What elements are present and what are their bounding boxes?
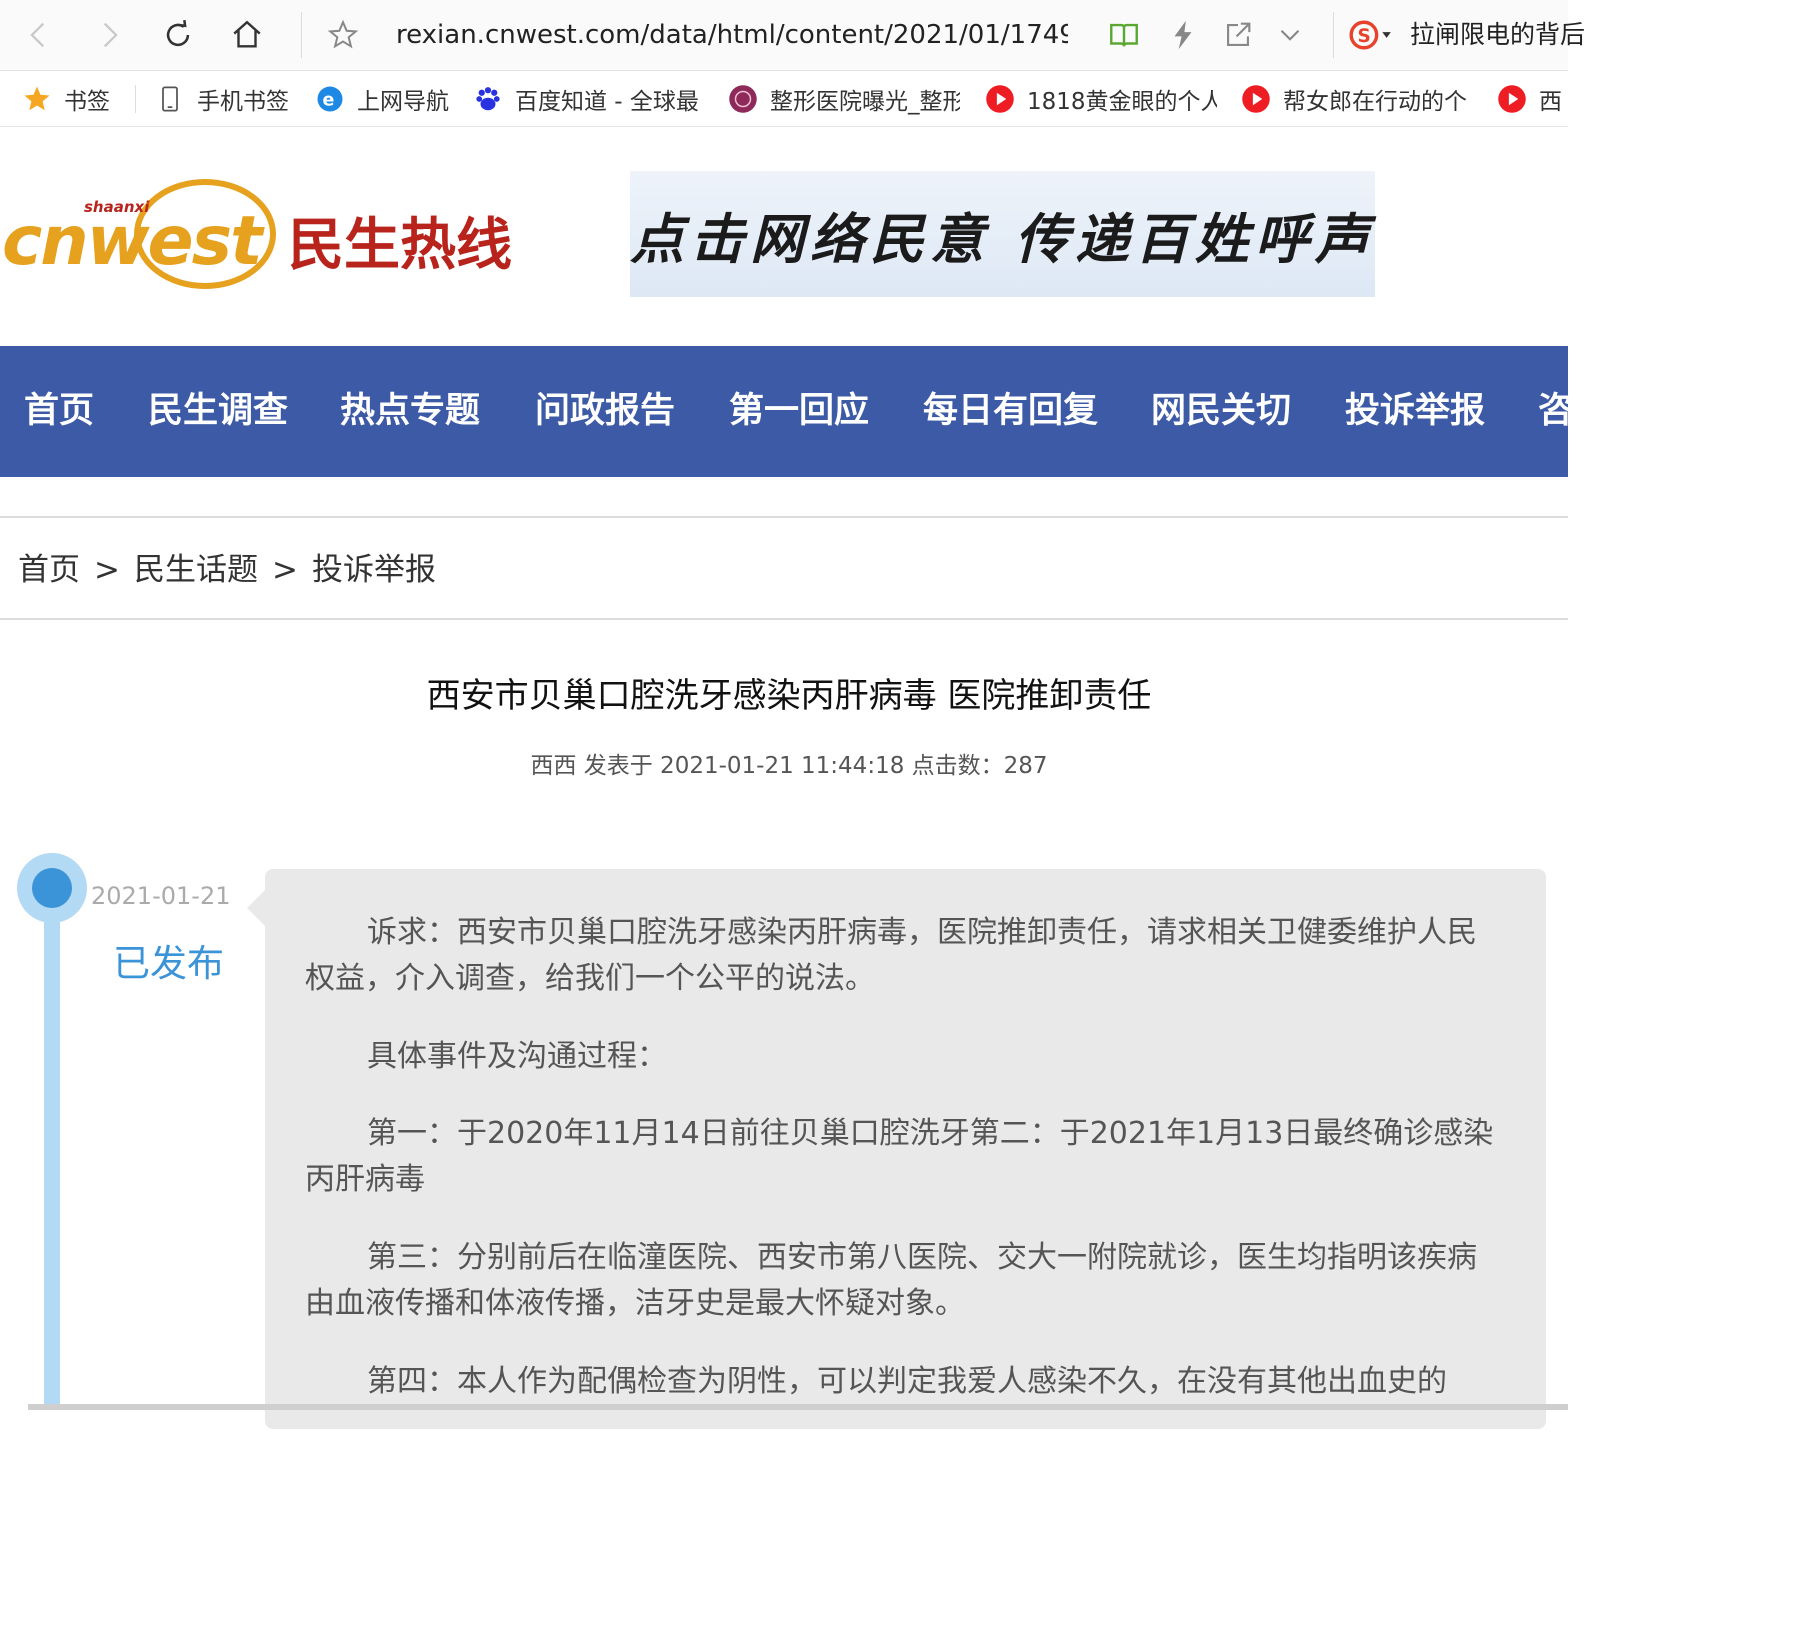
- reload-icon: [166, 19, 190, 47]
- bookmarks-bar: 书签 手机书签 e 上网导航 百度知道 - 全球最 整形医院曝光_整形 1818…: [0, 71, 1568, 127]
- star-outline-icon: [327, 19, 359, 49]
- bookmark-label: 手机书签: [197, 88, 289, 115]
- logo-cn-text: 民生热线: [288, 213, 512, 278]
- breadcrumb-topics[interactable]: 民生话题: [134, 552, 258, 588]
- breadcrumb-home[interactable]: 首页: [18, 552, 80, 588]
- breadcrumb-separator: >: [94, 552, 120, 588]
- nav-item-complaints[interactable]: 投诉举报: [1345, 346, 1485, 477]
- nav-item-first-response[interactable]: 第一回应: [729, 346, 869, 477]
- search-box[interactable]: 拉闸限电的背后: [1410, 14, 1585, 56]
- header-banner: 点击网络民意 传递百姓呼声: [630, 171, 1375, 297]
- timeline-dot-center: [32, 868, 72, 908]
- bookmark-label: 百度知道 - 全球最: [515, 88, 699, 115]
- nav-item-daily-reply[interactable]: 每日有回复: [923, 346, 1098, 477]
- phone-icon: [155, 84, 185, 114]
- card-pointer: [247, 888, 267, 928]
- address-bar[interactable]: rexian.cnwest.com/data/html/content/2021…: [396, 14, 1068, 56]
- chevron-down-icon: [1280, 29, 1300, 41]
- toolbar-divider: [301, 12, 302, 58]
- play-icon: [985, 84, 1015, 114]
- main-nav: 首页 民生调查 热点专题 问政报告 第一回应 每日有回复 网民关切 投诉举报 咨: [0, 346, 1568, 477]
- home-button[interactable]: [224, 12, 270, 58]
- bookmark-item-mobile[interactable]: 手机书签: [155, 71, 305, 126]
- timeline-date: 2021-01-21: [91, 882, 231, 910]
- article-paragraph: 第四：本人作为配偶检查为阴性，可以判定我爱人感染不久，在没有其他出血史的: [367, 1364, 1447, 1399]
- bookmark-item-bangnvlang[interactable]: 帮女郎在行动的个: [1241, 71, 1473, 126]
- bookmark-item-baidu[interactable]: 百度知道 - 全球最: [473, 71, 701, 126]
- nav-item-survey[interactable]: 民生调查: [148, 346, 288, 477]
- forward-button[interactable]: [86, 12, 132, 58]
- svg-text:S: S: [1358, 26, 1371, 47]
- timeline-line: [44, 895, 60, 1410]
- bookmark-item-hospital[interactable]: 整形医院曝光_整形: [728, 71, 960, 126]
- ie-icon: e: [315, 84, 345, 114]
- bookmark-item-bookmarks[interactable]: 书签: [22, 71, 127, 126]
- bookmark-item-nav[interactable]: e 上网导航: [315, 71, 460, 126]
- reload-button[interactable]: [155, 12, 201, 58]
- dropdown-button[interactable]: [1267, 12, 1313, 58]
- baidu-paw-icon: [473, 84, 503, 114]
- toolbar-divider: [1333, 12, 1334, 58]
- hospital-logo-icon: [728, 84, 758, 114]
- bookmark-label: 上网导航: [357, 88, 449, 115]
- speed-mode-button[interactable]: [1160, 12, 1206, 58]
- breadcrumb-separator: >: [271, 552, 298, 588]
- bookmark-item-xi[interactable]: 西: [1497, 71, 1568, 126]
- nav-item-concerns[interactable]: 网民关切: [1151, 346, 1291, 477]
- article-meta: 西西 发表于 2021-01-21 11:44:18 点击数：287: [530, 753, 1048, 779]
- site-logo[interactable]: shaanxi cnwest 民生热线: [0, 168, 520, 298]
- bookmark-label: 1818黄金眼的个人: [1027, 88, 1217, 115]
- horizontal-scrollbar[interactable]: [28, 1404, 1568, 1410]
- breadcrumb-bar: 首页 > 民生话题 > 投诉举报: [0, 516, 1568, 620]
- bookmark-star-button[interactable]: [320, 12, 366, 58]
- article-paragraph: 具体事件及沟通过程：: [367, 1039, 667, 1074]
- logo-text: cnwest: [2, 202, 265, 281]
- nav-item-topics[interactable]: 热点专题: [340, 346, 480, 477]
- share-button[interactable]: [1215, 12, 1261, 58]
- svg-text:e: e: [323, 90, 335, 110]
- article-paragraph: 诉求：西安市贝巢口腔洗牙感染丙肝病毒，医院推卸责任，请求相关卫健委维护人民权益，…: [305, 915, 1477, 996]
- share-icon: [1227, 22, 1251, 46]
- nav-item-home[interactable]: 首页: [24, 346, 94, 477]
- play-icon: [1497, 84, 1527, 114]
- sogou-logo-icon: S: [1349, 20, 1391, 50]
- chevron-right-icon: [103, 22, 118, 48]
- breadcrumb: 首页 > 民生话题 > 投诉举报: [18, 518, 436, 618]
- search-engine-button[interactable]: S: [1343, 12, 1399, 58]
- bookmark-label: 书签: [64, 88, 110, 115]
- breadcrumb-complaints[interactable]: 投诉举报: [312, 552, 436, 588]
- banner-slogan: 点击网络民意 传递百姓呼声: [630, 206, 1375, 271]
- timeline-status: 已发布: [113, 942, 224, 985]
- bookmark-label: 西: [1539, 88, 1562, 115]
- article-paragraph: 第三：分别前后在临潼医院、西安市第八医院、交大一附院就诊，医生均指明该疾病由血液…: [305, 1240, 1477, 1321]
- bookmark-label: 帮女郎在行动的个: [1283, 88, 1467, 115]
- article-title: 西安市贝巢口腔洗牙感染丙肝病毒 医院推卸责任: [426, 676, 1152, 716]
- lightning-icon: [1174, 20, 1192, 50]
- bookmark-divider: [135, 85, 136, 113]
- bookmark-item-1818[interactable]: 1818黄金眼的个人: [985, 71, 1217, 126]
- nav-item-reports[interactable]: 问政报告: [535, 346, 675, 477]
- article-paragraph: 第一：于2020年11月14日前往贝巢口腔洗牙第二：于2021年1月13日最终确…: [305, 1116, 1494, 1197]
- nav-item-consult[interactable]: 咨: [1538, 346, 1568, 477]
- book-icon: [1110, 23, 1138, 47]
- back-button[interactable]: [16, 12, 62, 58]
- home-icon: [233, 20, 261, 48]
- bookmark-label: 整形医院曝光_整形: [770, 88, 960, 115]
- browser-toolbar: rexian.cnwest.com/data/html/content/2021…: [0, 0, 1585, 71]
- chevron-left-icon: [30, 22, 45, 48]
- play-icon: [1241, 84, 1271, 114]
- star-icon: [22, 84, 52, 114]
- reader-mode-button[interactable]: [1101, 12, 1147, 58]
